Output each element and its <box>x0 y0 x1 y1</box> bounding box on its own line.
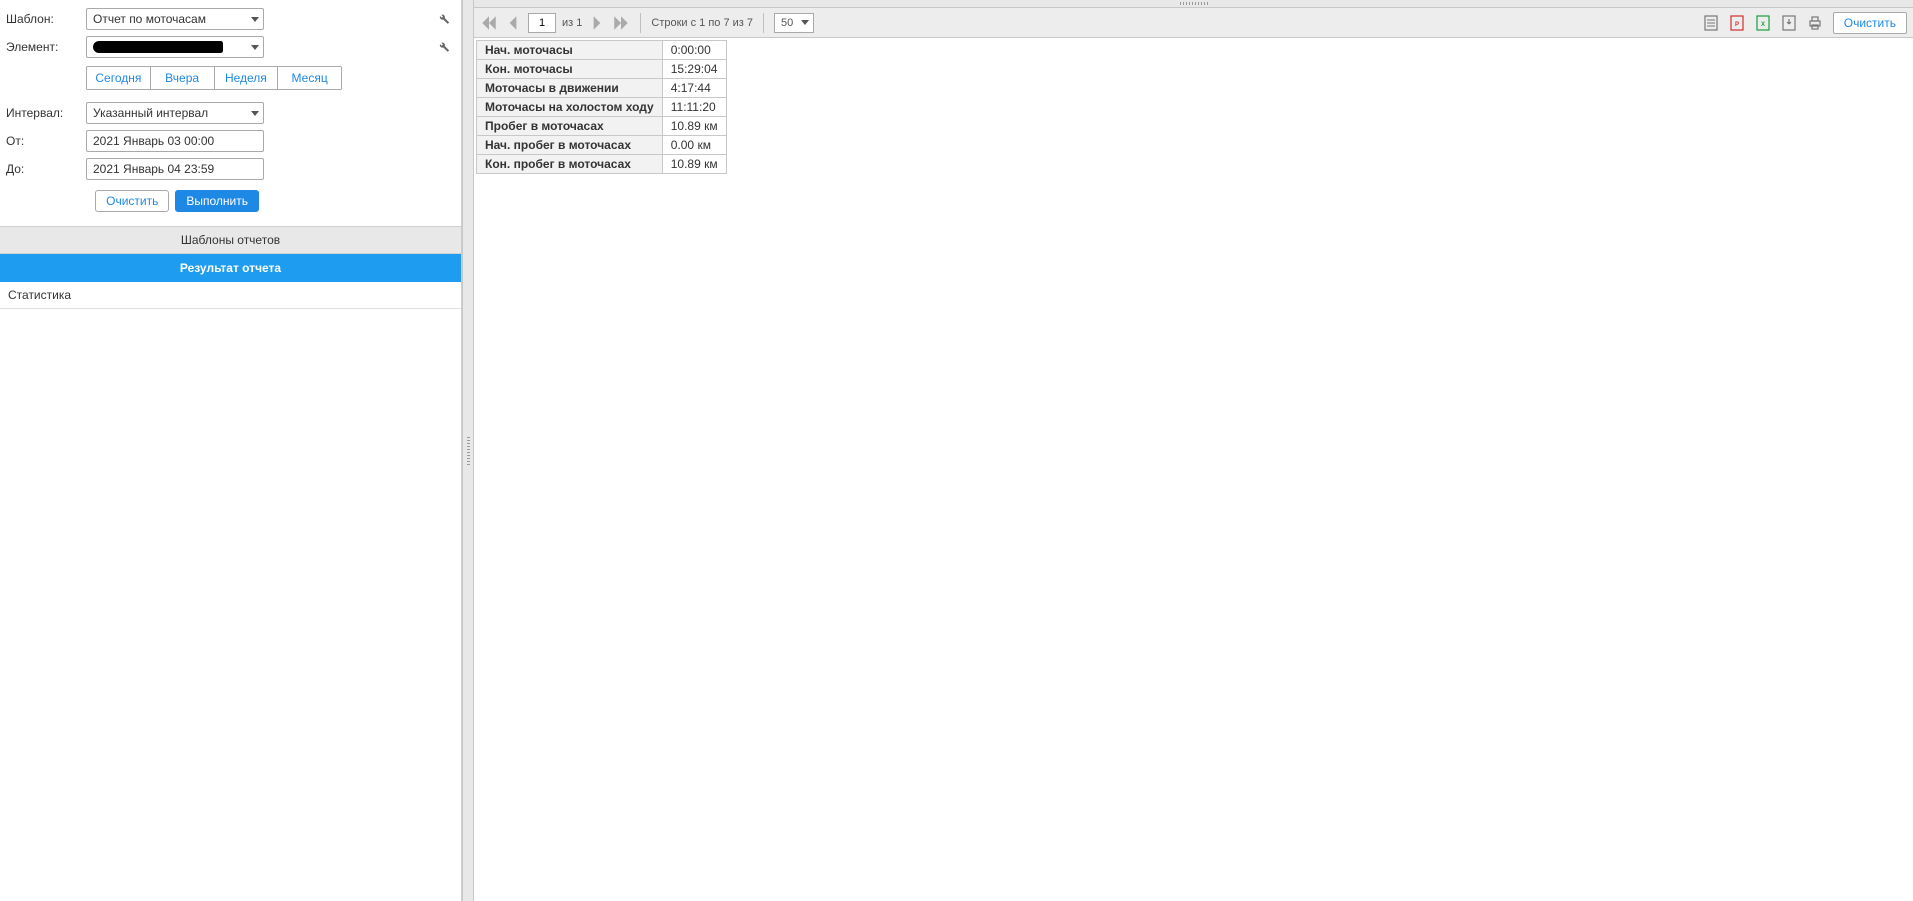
table-row: Нач. моточасы0:00:00 <box>477 41 727 60</box>
report-toolbar: из 1 Строки с 1 по 7 из 7 50 <box>474 8 1913 38</box>
stat-value: 10.89 км <box>662 155 726 174</box>
element-label: Элемент: <box>6 40 86 54</box>
page-size-select[interactable]: 50 <box>774 13 814 33</box>
template-select-value: Отчет по моточасам <box>93 12 206 26</box>
chevron-down-icon <box>251 111 259 116</box>
quick-interval-group: Сегодня Вчера Неделя Месяц <box>86 66 342 90</box>
sidebar: Шаблон: Отчет по моточасам Элемент: <box>0 0 462 901</box>
template-settings-button[interactable] <box>431 11 455 28</box>
stat-name: Кон. пробег в моточасах <box>477 155 663 174</box>
stat-unit: км <box>704 119 718 133</box>
print-button[interactable] <box>1807 15 1823 31</box>
stat-name: Пробег в моточасах <box>477 117 663 136</box>
main-panel: из 1 Строки с 1 по 7 из 7 50 <box>474 0 1913 901</box>
clear-button[interactable]: Очистить <box>95 190 169 212</box>
export-excel-button[interactable]: X <box>1755 15 1771 31</box>
chevron-down-icon <box>801 20 809 25</box>
report-form: Шаблон: Отчет по моточасам Элемент: <box>0 0 461 226</box>
to-date-input[interactable]: 2021 Январь 04 23:59 <box>86 158 264 180</box>
interval-select-value: Указанный интервал <box>93 106 208 120</box>
excel-icon: X <box>1755 15 1771 31</box>
quick-week[interactable]: Неделя <box>214 67 278 89</box>
chevron-down-icon <box>251 17 259 22</box>
stats-table: Нач. моточасы0:00:00Кон. моточасы15:29:0… <box>476 40 727 174</box>
table-row: Кон. пробег в моточасах10.89 км <box>477 155 727 174</box>
stat-name: Кон. моточасы <box>477 60 663 79</box>
stat-value: 0:00:00 <box>662 41 726 60</box>
printer-icon <box>1807 15 1823 31</box>
stat-name: Моточасы на холостом ходу <box>477 98 663 117</box>
svg-text:P: P <box>1735 22 1739 28</box>
interval-select[interactable]: Указанный интервал <box>86 102 264 124</box>
to-label: До: <box>6 162 86 176</box>
wrench-icon <box>436 39 450 53</box>
document-icon <box>1703 15 1719 31</box>
stat-unit: км <box>704 157 718 171</box>
chevron-down-icon <box>251 45 259 50</box>
section-templates[interactable]: Шаблоны отчетов <box>0 226 461 254</box>
to-date-value: 2021 Январь 04 23:59 <box>93 162 214 176</box>
result-item-statistics[interactable]: Статистика <box>0 282 461 309</box>
table-row: Нач. пробег в моточасах0.00 км <box>477 136 727 155</box>
execute-button[interactable]: Выполнить <box>175 190 259 212</box>
table-row: Моточасы в движении4:17:44 <box>477 79 727 98</box>
next-page-button[interactable] <box>588 14 606 32</box>
from-date-value: 2021 Январь 03 00:00 <box>93 134 214 148</box>
page-of-text: из 1 <box>562 17 582 29</box>
quick-month[interactable]: Месяц <box>277 67 341 89</box>
template-label: Шаблон: <box>6 12 86 26</box>
page-input[interactable] <box>528 13 556 33</box>
from-label: От: <box>6 134 86 148</box>
splitter-grip-icon <box>1180 2 1208 5</box>
element-select-value-redacted <box>93 41 223 53</box>
toolbar-clear-button[interactable]: Очистить <box>1833 12 1907 34</box>
interval-label: Интервал: <box>6 106 86 120</box>
stat-name: Нач. моточасы <box>477 41 663 60</box>
from-date-input[interactable]: 2021 Январь 03 00:00 <box>86 130 264 152</box>
splitter-horizontal[interactable] <box>474 0 1913 8</box>
splitter-vertical[interactable] <box>462 0 474 901</box>
stat-name: Моточасы в движении <box>477 79 663 98</box>
splitter-grip-icon <box>467 437 470 465</box>
element-select[interactable] <box>86 36 264 58</box>
prev-page-button[interactable] <box>504 14 522 32</box>
report-area: Нач. моточасы0:00:00Кон. моточасы15:29:0… <box>474 38 1913 901</box>
element-settings-button[interactable] <box>431 39 455 56</box>
rows-info-text: Строки с 1 по 7 из 7 <box>651 17 753 29</box>
stat-unit: км <box>697 138 711 152</box>
chevron-right-icon <box>588 14 606 32</box>
template-select[interactable]: Отчет по моточасам <box>86 8 264 30</box>
wrench-icon <box>436 11 450 25</box>
last-page-button[interactable] <box>612 14 630 32</box>
table-row: Кон. моточасы15:29:04 <box>477 60 727 79</box>
stat-value: 4:17:44 <box>662 79 726 98</box>
page-size-value: 50 <box>781 17 793 29</box>
pdf-icon: P <box>1729 15 1745 31</box>
section-result[interactable]: Результат отчета <box>0 254 461 282</box>
export-file-button[interactable] <box>1781 15 1797 31</box>
stat-name: Нач. пробег в моточасах <box>477 136 663 155</box>
file-export-icon <box>1781 15 1797 31</box>
app-root: Шаблон: Отчет по моточасам Элемент: <box>0 0 1913 901</box>
stat-value: 15:29:04 <box>662 60 726 79</box>
export-html-button[interactable] <box>1703 15 1719 31</box>
table-row: Пробег в моточасах10.89 км <box>477 117 727 136</box>
chevron-left-icon <box>504 14 522 32</box>
stat-value: 11:11:20 <box>662 98 726 117</box>
quick-today[interactable]: Сегодня <box>87 67 150 89</box>
stat-value: 10.89 км <box>662 117 726 136</box>
export-pdf-button[interactable]: P <box>1729 15 1745 31</box>
stat-value: 0.00 км <box>662 136 726 155</box>
first-page-button[interactable] <box>480 14 498 32</box>
chevrons-right-icon <box>612 14 630 32</box>
quick-yesterday[interactable]: Вчера <box>150 67 214 89</box>
chevrons-left-icon <box>480 14 498 32</box>
svg-text:X: X <box>1761 22 1765 28</box>
table-row: Моточасы на холостом ходу11:11:20 <box>477 98 727 117</box>
